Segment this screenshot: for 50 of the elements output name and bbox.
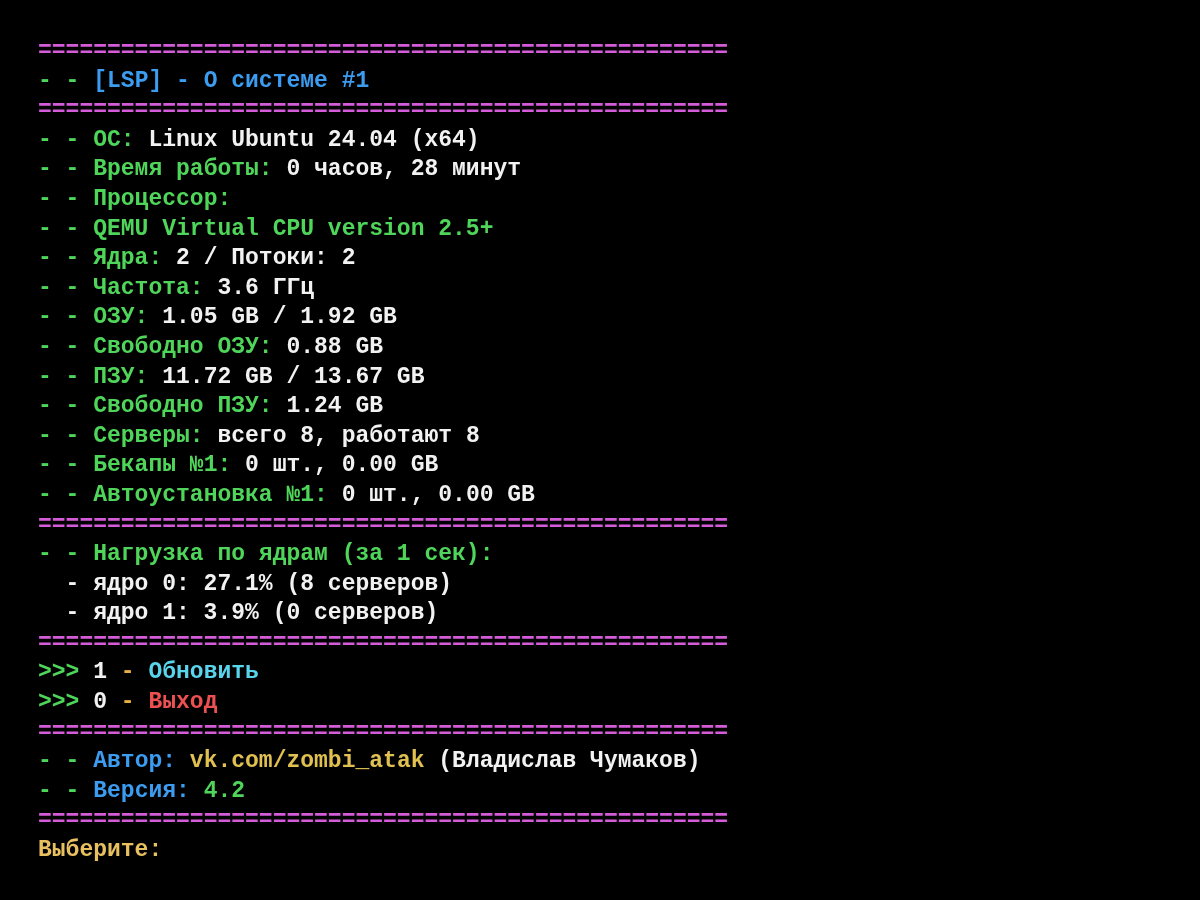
separator-line: ================================================== <box>38 37 729 66</box>
separator-line: ================================================== <box>38 510 729 540</box>
value-text: 0 шт., 0.00 GB <box>245 451 439 481</box>
value-text: - ядро 0: 27.1% (8 серверов) <box>65 569 453 599</box>
label-text: - - Процессор: <box>38 184 232 214</box>
value-text: 2 / Потоки: 2 <box>176 244 356 274</box>
value-text: - ядро 1: 3.9% (0 серверов) <box>65 599 439 629</box>
separator-line: ================================================== <box>38 717 729 747</box>
bullet-text: - - <box>38 66 80 96</box>
bullet-text: - - <box>38 747 80 777</box>
heading-text: Автор: <box>93 747 177 777</box>
dash-text: - <box>120 688 135 718</box>
label-text: - - Свободно ПЗУ: <box>38 392 273 422</box>
input-prompt-text: Выберите: <box>38 836 163 866</box>
value-text: 0 часов, 28 минут <box>286 155 522 185</box>
label-text: - - ОС: <box>38 125 135 155</box>
value-text: 1 <box>93 658 108 688</box>
label-text: - - Ядра: <box>38 244 163 274</box>
value-text: 0 шт., 0.00 GB <box>341 480 535 510</box>
dash-text: - <box>120 658 135 688</box>
label-text: - - Время работы: <box>38 155 273 185</box>
heading-text: [LSP] - О системе #1 <box>93 66 370 96</box>
label-text: - - Частота: <box>38 273 204 303</box>
value-text: 0 <box>93 688 108 718</box>
heading-text: Версия: <box>93 776 190 806</box>
label-text: 4.2 <box>203 776 246 806</box>
prompt-arrow-text: >>> <box>38 688 80 718</box>
prompt-arrow-text: >>> <box>38 658 80 688</box>
value-text: 1.24 GB <box>286 392 384 422</box>
separator-line: ================================================== <box>38 628 729 658</box>
label-text: - - Бекапы №1: <box>38 451 232 481</box>
value-text: Linux Ubuntu 24.04 (x64) <box>148 125 480 155</box>
value-text: (Владислав Чумаков) <box>438 747 701 777</box>
separator-line: ================================================== <box>38 806 729 836</box>
value-text: всего 8, работают 8 <box>217 421 480 451</box>
label-text: - - ОЗУ: <box>38 303 149 333</box>
exit-option-text: Выход <box>148 688 218 718</box>
value-text: 0.88 GB <box>286 332 384 362</box>
menu-option-text: Обновить <box>148 658 259 688</box>
label-text: - - Свободно ОЗУ: <box>38 332 273 362</box>
separator-line: ================================================== <box>38 96 729 126</box>
label-text: - - Серверы: <box>38 421 204 451</box>
bullet-text: - - <box>38 776 80 806</box>
value-text: 11.72 GB / 13.67 GB <box>162 362 425 392</box>
value-text: 3.6 ГГц <box>217 273 315 303</box>
label-text: - - QEMU Virtual CPU version 2.5+ <box>38 214 494 244</box>
label-text: - - Автоустановка №1: <box>38 480 328 510</box>
label-text: - - ПЗУ: <box>38 362 149 392</box>
label-text: - - Нагрузка по ядрам (за 1 сек): <box>38 540 494 570</box>
value-text: 1.05 GB / 1.92 GB <box>162 303 397 333</box>
